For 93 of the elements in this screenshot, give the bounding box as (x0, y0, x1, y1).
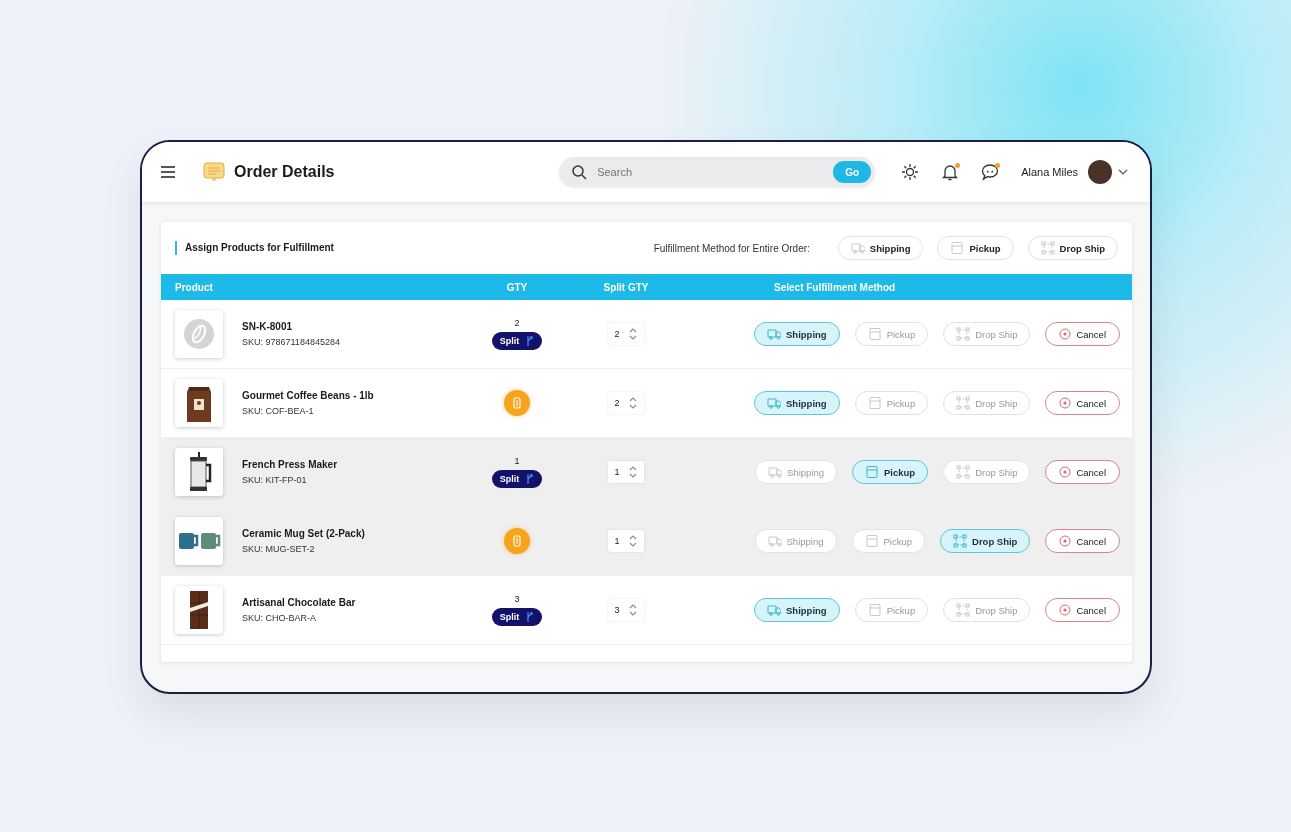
quantity-stepper[interactable]: 1 (608, 461, 644, 483)
cancel-button[interactable]: Cancel (1045, 391, 1120, 415)
cancel-icon (1059, 328, 1072, 340)
quantity-stepper[interactable]: 3 (608, 599, 644, 621)
cancel-button[interactable]: Cancel (1045, 598, 1120, 622)
box-icon (867, 327, 882, 341)
quantity-stepper[interactable]: 2 (608, 392, 644, 414)
drop-ship-button[interactable]: Drop Ship (940, 529, 1031, 553)
shipping-button[interactable]: Shipping (754, 598, 840, 622)
stepper-arrows-icon (627, 533, 638, 549)
avatar[interactable] (1088, 160, 1112, 184)
bar-icon (512, 535, 522, 547)
table-row[interactable]: Artisanal Chocolate Bar SKU: CHO-BAR-A 3 Split 3 Shipping Pickup Drop Ship Cancel (161, 576, 1132, 645)
column-header: GTY (505, 281, 529, 293)
table-row[interactable]: SN-K-8001 SKU: 978671184845284 2 Split 2 Shipping Pickup Drop Ship Cancel (161, 300, 1132, 369)
column-header: Product (174, 281, 214, 293)
table-row[interactable]: French Press Maker SKU: KIT-FP-01 1 Split 1 Shipping Pickup Drop Ship Cancel (161, 438, 1132, 507)
table-row[interactable]: Ceramic Mug Set (2-Pack) SKU: MUG-SET-2 1 Shipping Pickup Drop Ship Cancel (161, 507, 1132, 576)
drop-ship-button[interactable]: Drop Ship (1027, 236, 1118, 260)
truck-icon (767, 603, 781, 617)
pickup-button[interactable]: Pickup (852, 460, 929, 484)
column-header: Split GTY (602, 281, 650, 293)
bell-icon (941, 163, 960, 181)
frame-icon (956, 465, 971, 479)
frame-icon (956, 396, 971, 410)
product-sku: SKU: 978671184845284 (242, 337, 340, 347)
french-press-drawing (175, 448, 223, 496)
coffee-bag-drawing (175, 379, 223, 427)
cancel-icon (1059, 604, 1072, 616)
chat-icon (981, 163, 1000, 181)
box-icon (867, 603, 882, 617)
cancel-icon (1059, 397, 1072, 409)
cancel-button[interactable]: Cancel (1045, 460, 1120, 484)
bar-icon (512, 397, 522, 409)
cancel-icon (1059, 535, 1072, 547)
quantity: 2 (514, 318, 520, 328)
product-name: Gourmet Coffee Beans - 1lb (242, 390, 374, 401)
user-name: Alana Miles (1021, 166, 1078, 178)
stepper-arrows-icon (627, 326, 638, 342)
product-name: SN-K-8001 (242, 321, 294, 332)
messages-button[interactable] (981, 163, 1000, 181)
product-sku: SKU: COF-BEA-1 (242, 406, 315, 416)
stepper-arrows-icon (627, 602, 638, 618)
table-row[interactable]: Gourmet Coffee Beans - 1lb SKU: COF-BEA-1 2 Shipping Pickup Drop Ship Cancel (161, 369, 1132, 438)
stepper-arrows-icon (627, 464, 638, 480)
product-name: Artisanal Chocolate Bar (242, 597, 356, 608)
box-icon (950, 241, 965, 255)
notifications-button[interactable] (941, 163, 960, 181)
frame-icon (1040, 241, 1055, 255)
stepper-arrows-icon (627, 395, 638, 411)
quantity: 3 (514, 594, 520, 604)
product-name: Ceramic Mug Set (2-Pack) (242, 528, 365, 539)
document-icon (203, 162, 225, 182)
shipping-button[interactable]: Shipping (754, 322, 840, 346)
section-title: Assign Products for Fulfillment (175, 241, 334, 255)
quantity: 1 (514, 456, 520, 466)
box-icon (867, 396, 882, 410)
box-icon (864, 534, 879, 548)
product-sku: SKU: CHO-BAR-A (242, 613, 317, 623)
column-header: Select Fulfillment Method (773, 281, 897, 293)
product-sku: SKU: MUG-SET-2 (242, 544, 316, 554)
box-icon (865, 465, 879, 479)
sun-icon (901, 163, 920, 181)
frame-icon (953, 534, 968, 548)
menu-icon (160, 165, 176, 179)
cancel-button[interactable]: Cancel (1045, 529, 1120, 553)
theme-toggle[interactable] (901, 163, 920, 181)
frame-icon (956, 603, 971, 617)
truck-icon (767, 327, 781, 341)
cancel-button[interactable]: Cancel (1045, 322, 1120, 346)
split-button[interactable]: Split (491, 470, 543, 488)
product-name: French Press Maker (242, 459, 338, 470)
coffee-bean-drawing (175, 310, 223, 358)
frame-icon (956, 327, 971, 341)
chocolate-bar-drawing (175, 586, 223, 634)
truck-icon (767, 396, 781, 410)
pickup-button[interactable]: Pickup (937, 236, 1014, 260)
product-sku: SKU: KIT-FP-01 (242, 475, 308, 485)
truck-icon (767, 534, 782, 548)
quantity-stepper[interactable]: 1 (608, 530, 644, 552)
truck-icon (768, 465, 783, 479)
cancel-icon (1059, 466, 1072, 478)
page-title: Order Details (234, 163, 335, 181)
truck-icon (850, 241, 865, 255)
bulk-method-label: Fulfillment Method for Entire Order: (653, 242, 810, 254)
split-button[interactable]: Split (491, 608, 543, 626)
shipping-button[interactable]: Shipping (837, 236, 924, 260)
mugs-drawing (175, 517, 223, 565)
split-button[interactable]: Split (491, 332, 543, 350)
chevron-down-icon (1118, 169, 1128, 175)
shipping-button[interactable]: Shipping (754, 391, 840, 415)
search-icon (571, 164, 588, 180)
quantity-stepper[interactable]: 2 (608, 323, 644, 345)
